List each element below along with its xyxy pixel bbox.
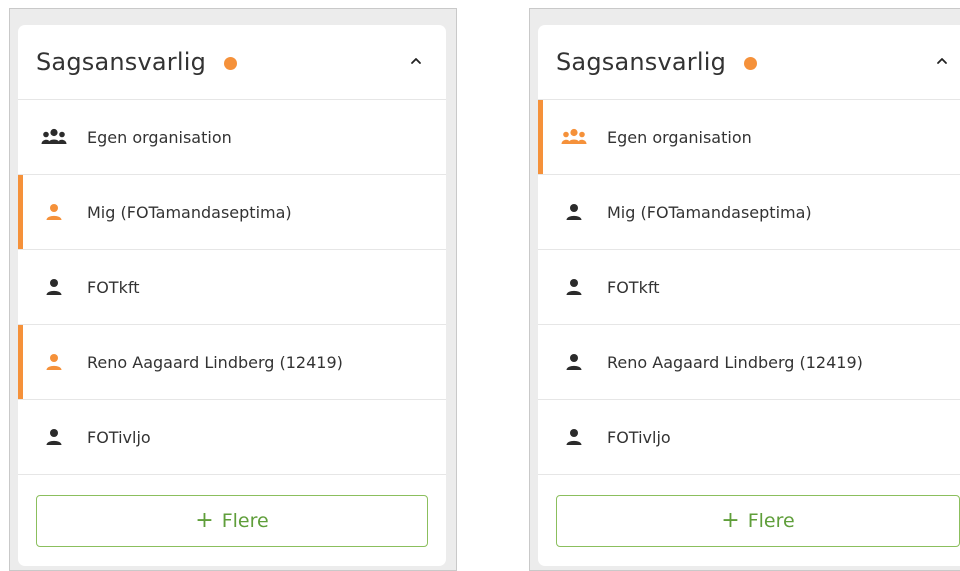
status-dot: [744, 56, 758, 70]
list-item-label: FOTivljo: [87, 427, 151, 447]
person-icon: [561, 277, 587, 297]
plus-icon: +: [195, 507, 214, 533]
list-item[interactable]: FOTkft: [538, 250, 960, 325]
list-item-label: Mig (FOTamandaseptima): [87, 202, 292, 222]
person-icon: [561, 352, 587, 372]
person-icon: [41, 277, 67, 297]
more-button-label: Flere: [221, 510, 269, 532]
list-item[interactable]: Reno Aagaard Lindberg (12419): [538, 325, 960, 400]
plus-icon: +: [721, 507, 740, 533]
list-item[interactable]: Mig (FOTamandaseptima): [538, 175, 960, 250]
filter-title: Sagsansvarlig: [556, 48, 727, 76]
list-item[interactable]: FOTivljo: [18, 400, 446, 475]
chevron-up-icon[interactable]: [934, 53, 950, 69]
list-item[interactable]: Egen organisation: [18, 100, 446, 175]
list-item-label: Mig (FOTamandaseptima): [607, 202, 812, 222]
group-icon: [41, 127, 67, 147]
person-icon: [41, 202, 67, 222]
list-item-label: FOTkft: [87, 277, 140, 297]
person-icon: [41, 427, 67, 447]
filter-header[interactable]: Sagsansvarlig: [18, 25, 446, 100]
selected-indicator: [18, 325, 23, 399]
list-item-label: FOTkft: [607, 277, 660, 297]
filter-card: Sagsansvarlig Egen organisation Mig (FOTa…: [538, 25, 960, 566]
list-item[interactable]: FOTkft: [18, 250, 446, 325]
panel-left-frame: Sagsansvarlig Egen organisation Mig (FOTa…: [9, 8, 457, 571]
list-item-label: Egen organisation: [87, 127, 232, 147]
group-icon: [561, 127, 587, 147]
list-item[interactable]: Egen organisation: [538, 100, 960, 175]
person-icon: [561, 427, 587, 447]
list-item-label: FOTivljo: [607, 427, 671, 447]
more-button[interactable]: + Flere: [556, 495, 960, 547]
list-item[interactable]: Reno Aagaard Lindberg (12419): [18, 325, 446, 400]
filter-title: Sagsansvarlig: [36, 48, 207, 76]
selected-indicator: [18, 175, 23, 249]
selected-indicator: [538, 100, 543, 174]
more-button[interactable]: + Flere: [36, 495, 428, 547]
panel-right-frame: Sagsansvarlig Egen organisation Mig (FOTa…: [529, 8, 960, 571]
list-item[interactable]: FOTivljo: [538, 400, 960, 475]
filter-header[interactable]: Sagsansvarlig: [538, 25, 960, 100]
list-item[interactable]: Mig (FOTamandaseptima): [18, 175, 446, 250]
list-item-label: Reno Aagaard Lindberg (12419): [87, 352, 343, 372]
person-icon: [561, 202, 587, 222]
more-button-label: Flere: [747, 510, 795, 532]
status-dot: [224, 56, 238, 70]
chevron-up-icon[interactable]: [408, 53, 424, 69]
filter-card: Sagsansvarlig Egen organisation Mig (FOTa…: [18, 25, 446, 566]
list-item-label: Reno Aagaard Lindberg (12419): [607, 352, 863, 372]
person-icon: [41, 352, 67, 372]
list-item-label: Egen organisation: [607, 127, 752, 147]
